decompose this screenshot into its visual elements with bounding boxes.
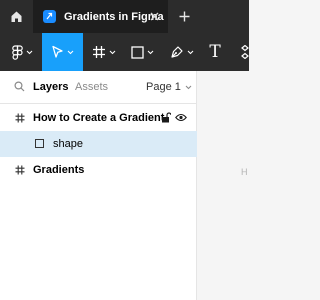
canvas[interactable]: H (198, 71, 249, 300)
close-icon (150, 12, 159, 21)
chevron-down-icon (109, 50, 116, 54)
resources-tool-button[interactable] (237, 33, 249, 71)
layer-row-shape[interactable]: shape (0, 131, 197, 157)
rectangle-icon (130, 45, 144, 59)
layer-label: Gradients (33, 164, 85, 176)
layers-panel: Layers Assets Page 1 How to Create a Gra… (0, 71, 197, 300)
layer-label: How to Create a Gradient (33, 112, 165, 124)
new-tab-button[interactable] (176, 8, 193, 25)
pen-tool-button[interactable] (166, 33, 198, 71)
figma-logo-icon (11, 44, 23, 60)
layer-row-gradients[interactable]: Gradients (0, 157, 197, 183)
text-tool-button[interactable]: T (204, 33, 226, 71)
chevron-down-icon (67, 50, 74, 54)
home-button[interactable] (0, 0, 33, 33)
plus-icon (179, 11, 190, 22)
eye-icon[interactable] (175, 113, 187, 122)
move-cursor-icon (52, 45, 63, 58)
text-icon: T (209, 42, 221, 62)
pen-icon (171, 46, 183, 58)
hash-frame-icon (93, 46, 105, 58)
layer-row-frame[interactable]: How to Create a Gradient (0, 105, 197, 131)
chevron-down-icon (26, 50, 32, 54)
move-tool-button[interactable] (42, 33, 83, 71)
hash-frame-icon (15, 165, 25, 175)
home-icon (11, 11, 22, 22)
chevron-down-icon (185, 85, 192, 89)
main-menu-button[interactable] (6, 33, 38, 71)
chevron-down-icon (147, 50, 153, 54)
shape-tool-button[interactable] (126, 33, 158, 71)
close-tab-button[interactable] (147, 9, 162, 24)
page-selector[interactable]: Page 1 (146, 81, 192, 93)
figma-file-icon (43, 10, 56, 23)
tab-assets[interactable]: Assets (75, 81, 108, 93)
file-tab[interactable]: Gradients in Figma (33, 0, 168, 33)
page-selector-label: Page 1 (146, 81, 181, 93)
components-icon (241, 45, 249, 59)
frame-tool-button[interactable] (88, 33, 120, 71)
rectangle-icon (35, 139, 44, 148)
tab-layers[interactable]: Layers (33, 81, 68, 93)
layer-label: shape (53, 138, 83, 150)
search-icon[interactable] (14, 81, 25, 92)
toolbar: T (0, 33, 249, 71)
unlock-icon[interactable] (161, 112, 171, 123)
panel-tabs: Layers Assets Page 1 (0, 71, 196, 104)
chevron-down-icon (187, 50, 194, 54)
tab-bar: Gradients in Figma (0, 0, 249, 33)
canvas-frame-label: H (241, 167, 248, 177)
hash-frame-icon (15, 113, 25, 123)
